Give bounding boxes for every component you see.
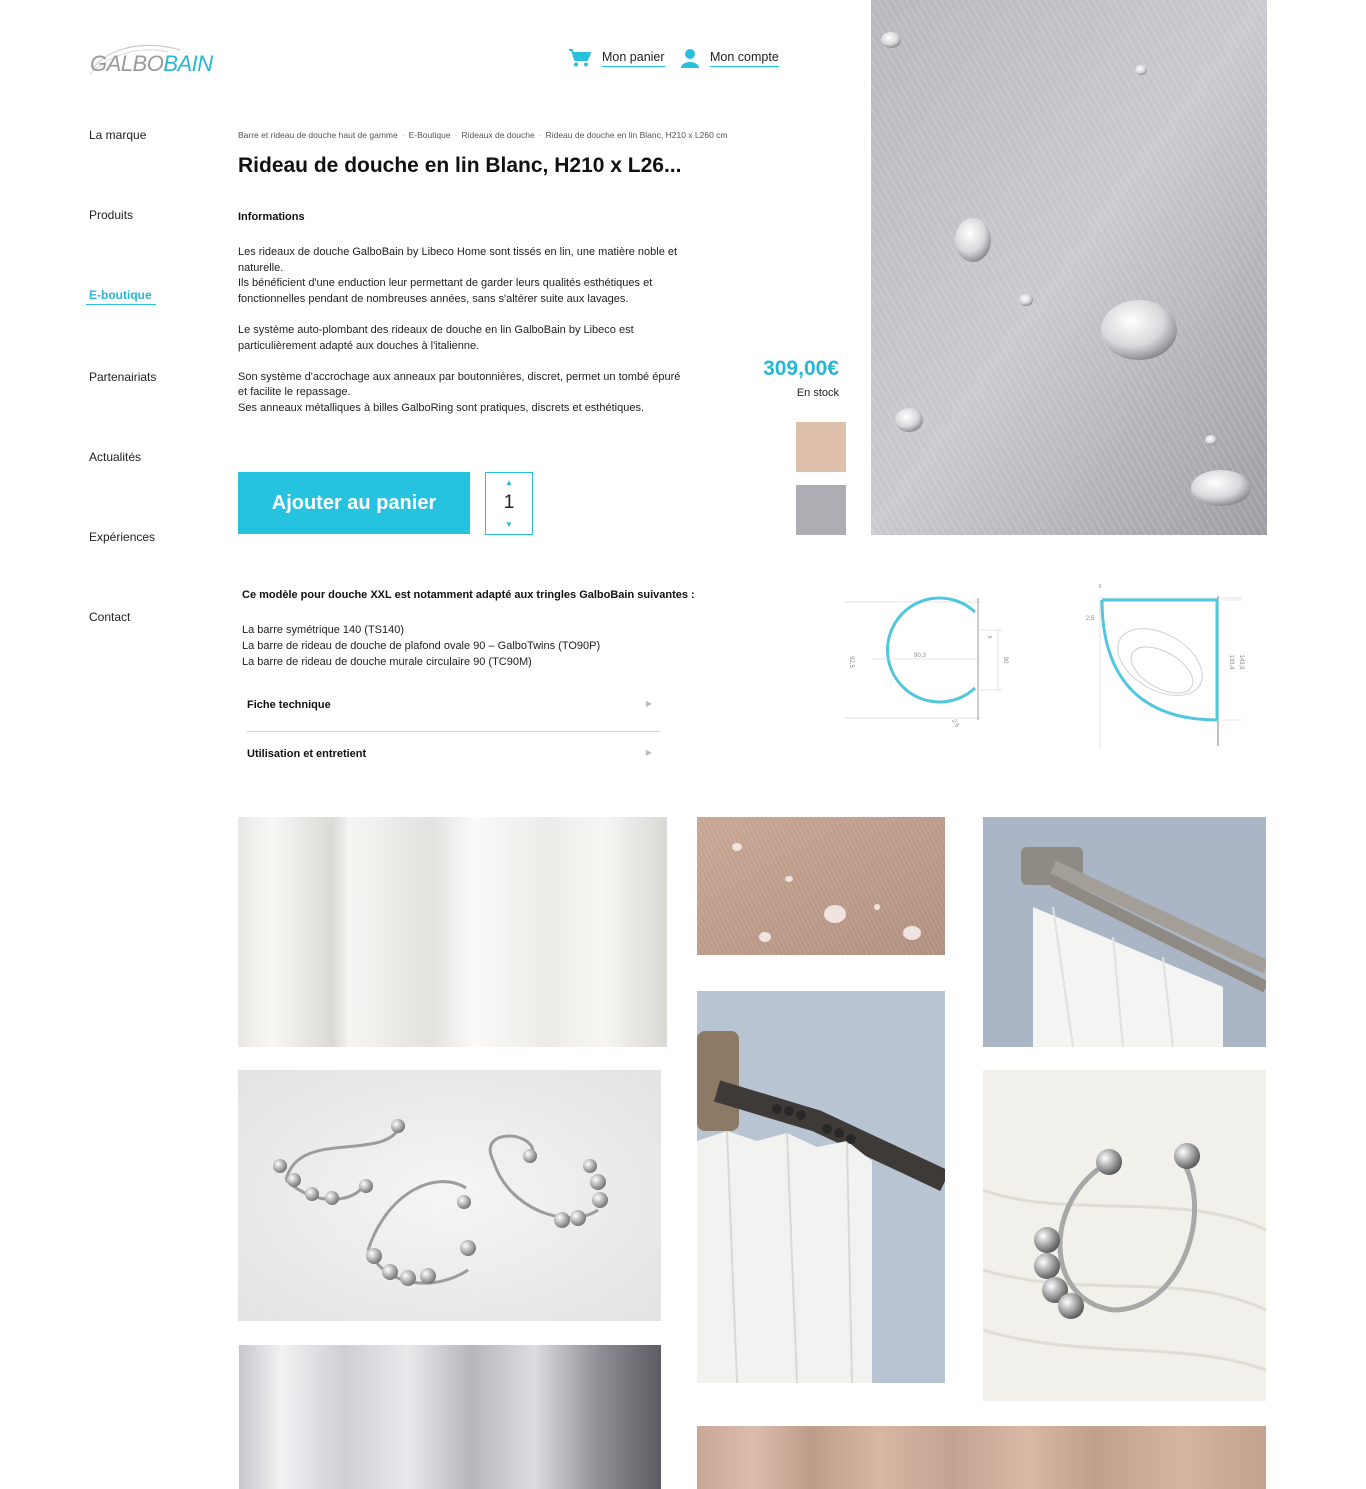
page-title: Rideau de douche en lin Blanc, H210 x L2… bbox=[238, 154, 682, 177]
accordion-fiche-technique[interactable]: Fiche technique ▶ bbox=[247, 699, 660, 711]
beige-curtain-photo bbox=[697, 1426, 1266, 1489]
gallery-image-curved-rod[interactable] bbox=[697, 991, 945, 1383]
stock-status: En stock bbox=[796, 387, 839, 399]
account-link[interactable]: Mon compte bbox=[680, 48, 779, 68]
description-paragraph: Le système auto-plombant des rideaux de … bbox=[238, 323, 634, 352]
dimension-label: 90 bbox=[1002, 657, 1008, 664]
dimension-label: 9 bbox=[986, 636, 992, 639]
color-swatch-grey[interactable] bbox=[796, 485, 846, 535]
shower-rings-photo bbox=[238, 1070, 661, 1321]
description-paragraph: Son système d'accrochage aux anneaux par… bbox=[238, 370, 688, 417]
gallery-image-ring-closeup[interactable] bbox=[983, 1070, 1266, 1401]
color-swatch-beige[interactable] bbox=[796, 422, 846, 472]
cart-label: Mon panier bbox=[602, 50, 665, 67]
brand-logo[interactable]: GALBOBAIN bbox=[88, 40, 218, 80]
breadcrumb-separator: · bbox=[538, 130, 542, 140]
product-main-image[interactable] bbox=[871, 0, 1267, 535]
accordion-label: Utilisation et entretient bbox=[247, 748, 367, 760]
curved-rod-photo bbox=[697, 991, 945, 1383]
dimension-label: 92,5 bbox=[848, 656, 854, 668]
breadcrumb-item[interactable]: Rideaux de douche bbox=[461, 130, 534, 140]
gallery-image-rings[interactable] bbox=[238, 1070, 661, 1321]
decrement-arrow-icon[interactable]: ▼ bbox=[486, 520, 532, 529]
divider bbox=[247, 731, 660, 732]
accordion-utilisation[interactable]: Utilisation et entretient ▶ bbox=[247, 748, 660, 760]
breadcrumb-item[interactable]: E-Boutique bbox=[409, 130, 451, 140]
logo-text: GALBOBAIN bbox=[90, 51, 213, 76]
compat-heading: Ce modèle pour douche XXL est notamment … bbox=[242, 589, 695, 601]
cart-link[interactable]: Mon panier bbox=[568, 48, 665, 68]
breadcrumb-separator: · bbox=[454, 130, 458, 140]
product-price: 309,00€ bbox=[763, 357, 839, 380]
sidebar-item-produits[interactable]: Produits bbox=[89, 208, 133, 222]
fabric-water-drops-image bbox=[871, 0, 1267, 535]
gallery-image-white-curtain[interactable] bbox=[238, 817, 667, 1047]
breadcrumb-item[interactable]: Barre et rideau de douche haut de gamme bbox=[238, 130, 398, 140]
list-item: La barre symétrique 140 (TS140) bbox=[242, 624, 405, 636]
shopping-cart-icon bbox=[569, 49, 591, 67]
double-rod-photo bbox=[983, 817, 1266, 1047]
add-to-cart-button[interactable]: Ajouter au panier bbox=[238, 472, 470, 534]
chevron-right-icon: ▶ bbox=[645, 699, 652, 708]
beige-fabric-drops-photo bbox=[697, 817, 945, 955]
circular-rod-diagram: 90,3 92,5 90 9 2,5 bbox=[845, 596, 1008, 729]
gallery-image-grey-curtain[interactable] bbox=[239, 1345, 661, 1489]
info-heading: Informations bbox=[238, 211, 305, 223]
dimension-label: 143,9 bbox=[1238, 654, 1244, 670]
breadcrumb-current: Rideau de douche en lin Blanc, H210 x L2… bbox=[545, 130, 728, 140]
sidebar-item-la-marque[interactable]: La marque bbox=[89, 128, 146, 142]
compat-list: La barre symétrique 140 (TS140) La barre… bbox=[242, 622, 600, 670]
sidebar-item-e-boutique[interactable]: E-boutique bbox=[86, 288, 156, 305]
white-curtain-photo bbox=[238, 817, 667, 1047]
gallery-image-beige-fabric[interactable] bbox=[697, 817, 945, 955]
breadcrumb-separator: · bbox=[401, 130, 405, 140]
user-icon bbox=[681, 49, 699, 68]
description-line: Son système d'accrochage aux anneaux par… bbox=[238, 370, 681, 399]
chevron-right-icon: ▶ bbox=[645, 748, 652, 757]
description-line: Ses anneaux métalliques à billes GalboRi… bbox=[238, 401, 645, 414]
sidebar-item-experiences[interactable]: Expériences bbox=[89, 530, 155, 544]
corner-rod-diagram: 2,5 9 133,4 143,9 bbox=[1086, 584, 1244, 748]
grey-curtain-photo bbox=[239, 1345, 661, 1489]
gallery-image-double-rod[interactable] bbox=[983, 817, 1266, 1047]
breadcrumb: Barre et rideau de douche haut de gamme … bbox=[238, 130, 728, 140]
quantity-stepper[interactable]: ▲ 1 ▼ bbox=[485, 472, 533, 535]
accordion-label: Fiche technique bbox=[247, 699, 331, 711]
list-item: La barre de rideau de douche de plafond … bbox=[242, 640, 601, 652]
sidebar-item-contact[interactable]: Contact bbox=[89, 610, 130, 624]
dimension-label: 133,4 bbox=[1228, 654, 1234, 670]
increment-arrow-icon[interactable]: ▲ bbox=[486, 478, 532, 487]
dimension-label: 2,5 bbox=[1086, 616, 1095, 622]
account-label: Mon compte bbox=[710, 50, 779, 67]
product-description: Les rideaux de douche GalboBain by Libec… bbox=[238, 245, 688, 432]
gallery-image-beige-curtain[interactable] bbox=[697, 1426, 1266, 1489]
dimension-label: 2,5 bbox=[950, 718, 960, 729]
quantity-value: 1 bbox=[503, 492, 515, 513]
description-line: Les rideaux de douche GalboBain by Libec… bbox=[238, 246, 678, 274]
sidebar-item-actualites[interactable]: Actualités bbox=[89, 450, 141, 464]
dimension-label: 9 bbox=[1099, 584, 1102, 590]
dimension-label: 90,3 bbox=[914, 653, 926, 659]
description-line: Ils bénéficient d'une enduction leur per… bbox=[238, 277, 653, 305]
list-item: La barre de rideau de douche murale circ… bbox=[242, 656, 532, 668]
sidebar-item-partenairiats[interactable]: Partenairiats bbox=[89, 370, 156, 384]
ring-closeup-photo bbox=[983, 1070, 1266, 1401]
description-paragraph: Les rideaux de douche GalboBain by Libec… bbox=[238, 245, 688, 307]
